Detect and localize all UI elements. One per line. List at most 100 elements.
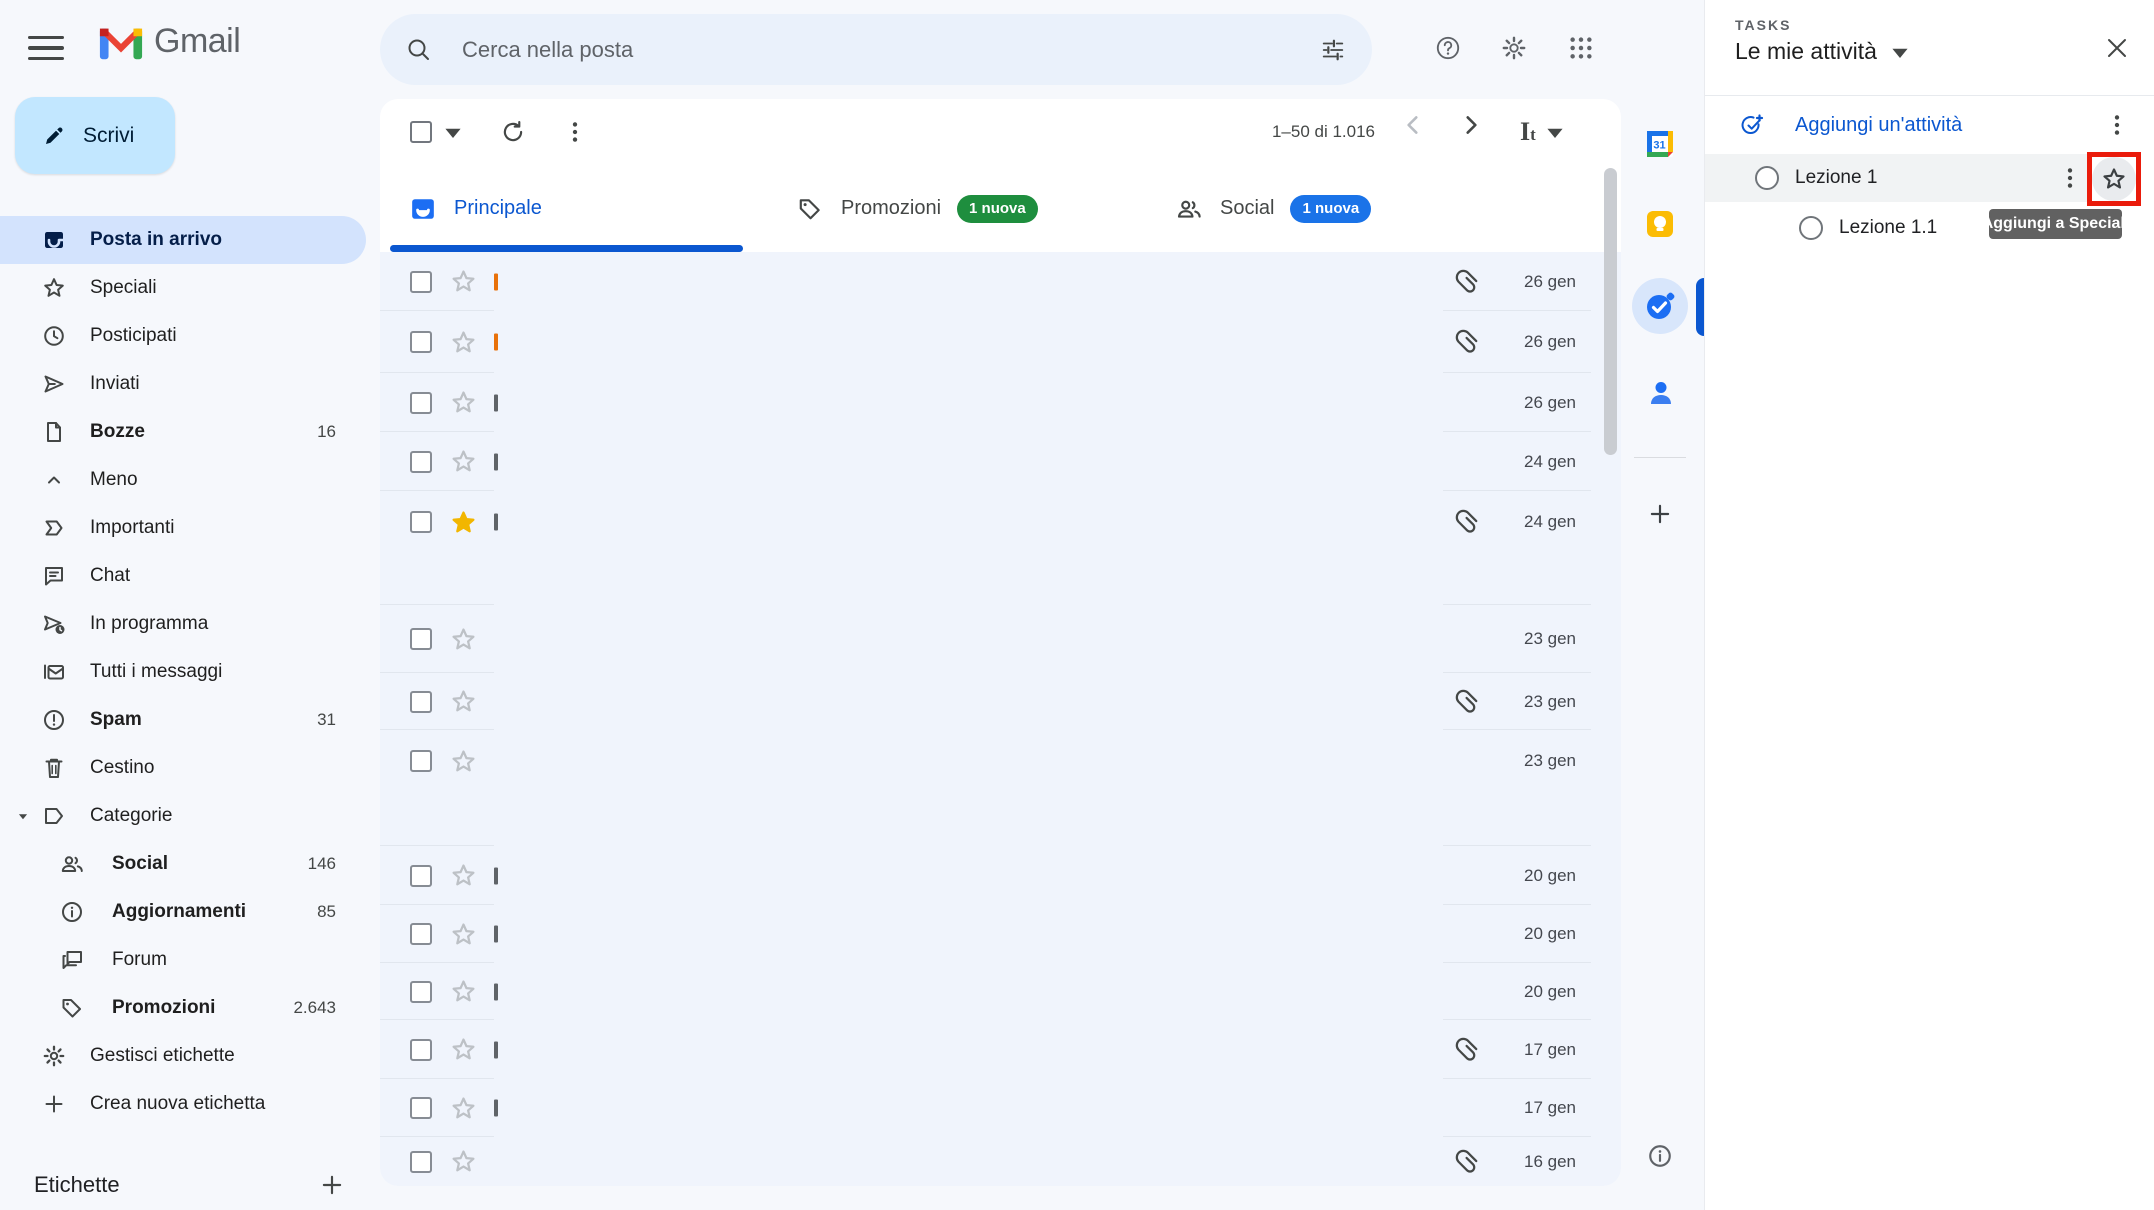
main-menu-button[interactable]: [22, 24, 70, 72]
sidebar-item-tutti-i-messaggi[interactable]: Tutti i messaggi: [0, 648, 366, 696]
email-row[interactable]: 17 gen: [380, 1020, 1621, 1079]
email-row[interactable]: 26 gen: [380, 252, 1621, 311]
email-checkbox[interactable]: [410, 750, 432, 772]
sidebar-item-categorie[interactable]: Categorie: [0, 792, 366, 840]
task-list-selector[interactable]: Le mie attività: [1735, 38, 1913, 65]
sidebar-item-promozioni[interactable]: Promozioni2.643: [0, 984, 366, 1032]
subtask-row[interactable]: Lezione 1.1: [1705, 204, 2154, 252]
email-row[interactable]: 17 gen: [380, 1079, 1621, 1137]
tasks-rail-button[interactable]: [1632, 278, 1688, 334]
email-star-icon[interactable]: [450, 748, 477, 775]
email-checkbox[interactable]: [410, 392, 432, 414]
sidebar-item-forum[interactable]: Forum: [0, 936, 366, 984]
email-row[interactable]: 20 gen: [380, 963, 1621, 1020]
email-star-icon[interactable]: [450, 1095, 477, 1122]
email-checkbox[interactable]: [410, 511, 432, 533]
sidebar-item-spam[interactable]: Spam31: [0, 696, 366, 744]
sidebar-item-crea-nuova-etichetta[interactable]: Crea nuova etichetta: [0, 1080, 366, 1128]
sidebar-item-social[interactable]: Social146: [0, 840, 366, 888]
email-star-icon[interactable]: [450, 509, 477, 536]
email-row[interactable]: 23 gen: [380, 673, 1621, 730]
input-tools-button[interactable]: It: [1520, 112, 1568, 152]
info-icon[interactable]: [1640, 1136, 1680, 1176]
email-checkbox[interactable]: [410, 451, 432, 473]
sidebar-item-posticipati[interactable]: Posticipati: [0, 312, 366, 360]
email-checkbox[interactable]: [410, 923, 432, 945]
email-star-icon[interactable]: [450, 688, 477, 715]
sidebar-item-chat[interactable]: Chat: [0, 552, 366, 600]
email-checkbox[interactable]: [410, 1151, 432, 1173]
email-star-icon[interactable]: [450, 1036, 477, 1063]
more-options-icon[interactable]: [562, 119, 588, 145]
tab-principale[interactable]: Principale: [410, 165, 542, 252]
help-button[interactable]: [1424, 24, 1472, 72]
sidebar-item-speciali[interactable]: Speciali: [0, 264, 366, 312]
expand-caret-icon[interactable]: [16, 809, 30, 823]
email-star-icon[interactable]: [450, 626, 477, 653]
sidebar-item-inviati[interactable]: Inviati: [0, 360, 366, 408]
subtask-complete-circle[interactable]: [1799, 216, 1823, 240]
email-star-icon[interactable]: [450, 448, 477, 475]
email-star-icon[interactable]: [450, 862, 477, 889]
sidebar-item-bozze[interactable]: Bozze16: [0, 408, 366, 456]
keep-rail-button[interactable]: [1632, 196, 1688, 252]
email-checkbox[interactable]: [410, 1039, 432, 1061]
get-addons-button[interactable]: [1632, 486, 1688, 542]
email-checkbox[interactable]: [410, 865, 432, 887]
calendar-rail-button[interactable]: 31: [1632, 116, 1688, 172]
sidebar-item-posta-in-arrivo[interactable]: Posta in arrivo: [0, 216, 366, 264]
email-checkbox[interactable]: [410, 628, 432, 650]
select-all-checkbox[interactable]: [410, 121, 432, 143]
email-checkbox[interactable]: [410, 691, 432, 713]
search-options-icon[interactable]: [1320, 37, 1346, 63]
email-star-icon[interactable]: [450, 921, 477, 948]
email-row[interactable]: 23 gen: [380, 605, 1621, 673]
email-star-icon[interactable]: [450, 978, 477, 1005]
email-row[interactable]: 26 gen: [380, 373, 1621, 432]
email-row[interactable]: 24 gen: [380, 491, 1621, 605]
task-options-icon[interactable]: [2057, 165, 2083, 191]
list-scrollbar[interactable]: [1604, 168, 1617, 455]
contacts-rail-button[interactable]: [1632, 366, 1688, 422]
email-checkbox[interactable]: [410, 981, 432, 1003]
email-star-icon[interactable]: [450, 329, 477, 356]
email-row[interactable]: 26 gen: [380, 311, 1621, 373]
email-checkbox[interactable]: [410, 331, 432, 353]
tab-promozioni[interactable]: Promozioni 1 nuova: [797, 165, 1038, 252]
select-dropdown-icon[interactable]: [440, 119, 466, 145]
email-row[interactable]: 24 gen: [380, 432, 1621, 491]
refresh-icon[interactable]: [500, 119, 526, 145]
search-icon[interactable]: [406, 37, 432, 63]
settings-button[interactable]: [1490, 24, 1538, 72]
sidebar-item-in-programma[interactable]: In programma: [0, 600, 366, 648]
sidebar-item-gestisci-etichette[interactable]: Gestisci etichette: [0, 1032, 366, 1080]
compose-button[interactable]: Scrivi: [15, 97, 175, 174]
email-checkbox[interactable]: [410, 1097, 432, 1119]
add-to-starred-button[interactable]: [2092, 157, 2136, 201]
close-panel-button[interactable]: [2097, 28, 2137, 68]
tab-social[interactable]: Social 1 nuova: [1176, 165, 1371, 252]
search-input[interactable]: Cerca nella posta: [462, 37, 1320, 63]
email-row[interactable]: 20 gen: [380, 905, 1621, 963]
newer-page-icon[interactable]: [1400, 112, 1426, 138]
older-page-icon[interactable]: [1458, 112, 1484, 138]
sidebar-item-cestino[interactable]: Cestino: [0, 744, 366, 792]
email-checkbox[interactable]: [410, 271, 432, 293]
task-complete-circle[interactable]: [1755, 166, 1779, 190]
sidebar-item-meno[interactable]: Meno: [0, 456, 366, 504]
email-row[interactable]: 23 gen: [380, 730, 1621, 846]
email-row[interactable]: 16 gen: [380, 1137, 1621, 1186]
email-star-icon[interactable]: [450, 1148, 477, 1175]
create-label-button[interactable]: [314, 1167, 350, 1203]
task-row[interactable]: Lezione 1: [1705, 154, 2089, 202]
email-star-icon[interactable]: [450, 389, 477, 416]
email-star-icon[interactable]: [450, 268, 477, 295]
promotions-new-badge: 1 nuova: [957, 195, 1038, 223]
add-task-button[interactable]: Aggiungi un'attività: [1705, 96, 2154, 154]
sidebar-item-aggiornamenti[interactable]: Aggiornamenti85: [0, 888, 366, 936]
panel-more-options-icon[interactable]: [2104, 112, 2130, 138]
email-row[interactable]: 20 gen: [380, 846, 1621, 905]
search-bar[interactable]: Cerca nella posta: [380, 14, 1372, 85]
apps-grid-button[interactable]: [1557, 24, 1605, 72]
sidebar-item-importanti[interactable]: Importanti: [0, 504, 366, 552]
